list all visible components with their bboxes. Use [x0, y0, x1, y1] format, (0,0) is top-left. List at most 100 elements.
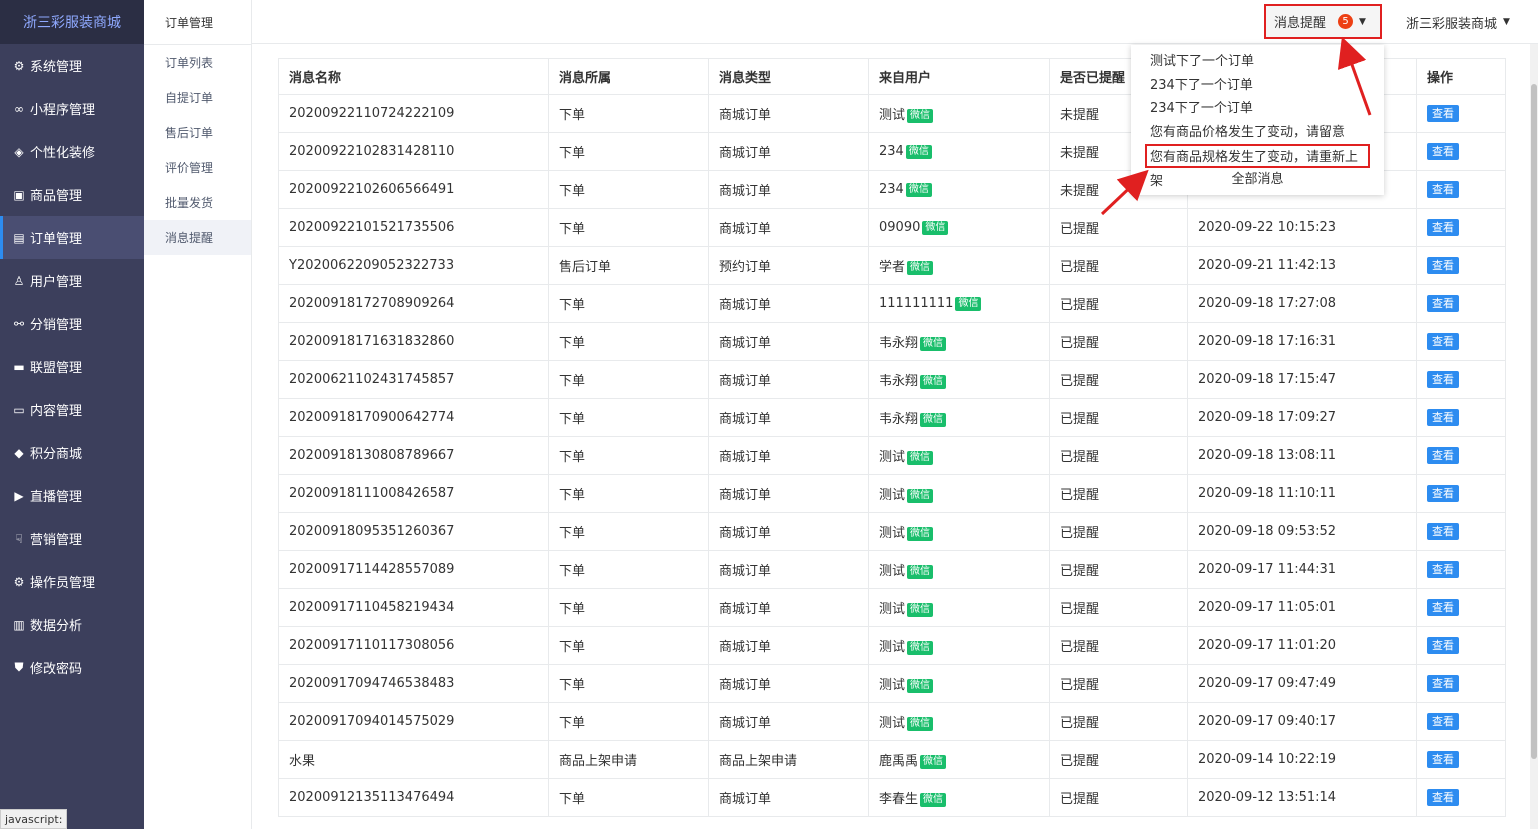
table-cell: 已提醒	[1049, 322, 1188, 361]
view-button[interactable]: 查看	[1427, 181, 1459, 198]
action-cell: 查看	[1416, 246, 1506, 285]
view-button[interactable]: 查看	[1427, 447, 1459, 464]
sidebar-item-10[interactable]: ▶ 直播管理	[0, 474, 144, 517]
table-cell: 下单	[548, 550, 709, 589]
cell-text: 下单	[559, 564, 586, 579]
view-button[interactable]: 查看	[1427, 637, 1459, 654]
view-button[interactable]: 查看	[1427, 751, 1459, 768]
view-button[interactable]: 查看	[1427, 257, 1459, 274]
message-item[interactable]: 测试下了一个订单	[1131, 50, 1384, 74]
wechat-badge: 微信	[920, 374, 947, 389]
table-cell: 下单	[548, 702, 709, 741]
message-item[interactable]: 234下了一个订单	[1131, 74, 1384, 98]
sidebar-item-2[interactable]: ◈ 个性化装修	[0, 130, 144, 173]
cell-text: 售后订单	[559, 260, 612, 275]
gear-icon: ⚙	[13, 58, 25, 73]
view-button[interactable]: 查看	[1427, 675, 1459, 692]
cell-text: 下单	[559, 792, 586, 807]
view-button[interactable]: 查看	[1427, 523, 1459, 540]
scrollbar-thumb[interactable]	[1531, 84, 1537, 759]
table-cell: 商品上架申请	[708, 740, 869, 779]
cell-text: 20200918172708909264	[289, 296, 455, 311]
sidebar-item-14[interactable]: ⛊ 修改密码	[0, 646, 144, 689]
cell-text: 20200917114428557089	[289, 562, 455, 577]
table-row: 20200918170900642774 下单 商城订单 韦永翔 微信 已提醒 2020-0…	[278, 398, 1506, 437]
sidebar-item-label: 数据分析	[30, 619, 83, 634]
sidebar-item-9[interactable]: ◆ 积分商城	[0, 431, 144, 474]
sidebar-item-11[interactable]: ☟ 营销管理	[0, 517, 144, 560]
column-header: 消息名称	[278, 58, 549, 95]
cell-text: 下单	[559, 716, 586, 731]
sidebar-item-label: 订单管理	[30, 232, 83, 247]
sidebar-item-1[interactable]: ∞ 小程序管理	[0, 87, 144, 130]
sidebar-item-13[interactable]: ▥ 数据分析	[0, 603, 144, 646]
cell-text: 2020-09-18 17:27:08	[1198, 296, 1337, 311]
sidebar-item-3[interactable]: ▣ 商品管理	[0, 173, 144, 216]
table-cell: 20200918130808789667	[278, 436, 549, 475]
table-cell: 已提醒	[1049, 740, 1188, 779]
view-button[interactable]: 查看	[1427, 409, 1459, 426]
message-reminder-button[interactable]: 消息提醒 5 ▼	[1264, 4, 1382, 39]
brand-logo[interactable]: 浙三彩服装商城	[0, 0, 144, 44]
view-button[interactable]: 查看	[1427, 143, 1459, 160]
view-button[interactable]: 查看	[1427, 219, 1459, 236]
cog-icon: ⚙	[13, 574, 25, 589]
message-item[interactable]: 234下了一个订单	[1131, 97, 1384, 121]
sidebar-item-4[interactable]: ▤ 订单管理	[0, 216, 144, 259]
view-button[interactable]: 查看	[1427, 333, 1459, 350]
cell-text: 20200918095351260367	[289, 524, 455, 539]
sidebar-item-label: 操作员管理	[30, 576, 96, 591]
view-button[interactable]: 查看	[1427, 485, 1459, 502]
table-cell: 已提醒	[1049, 208, 1188, 247]
sub-menu-item-2[interactable]: 售后订单	[144, 115, 251, 150]
sub-menu-item-0[interactable]: 订单列表	[144, 45, 251, 80]
table-cell: 商城订单	[708, 626, 869, 665]
cell-text: 下单	[559, 488, 586, 503]
table-cell: Y2020062209052322733	[278, 246, 549, 285]
table-cell: 测试 微信	[868, 436, 1050, 475]
table-cell: 20200922101521735506	[278, 208, 549, 247]
cell-text: 商城订单	[719, 678, 772, 693]
table-cell: 20200621102431745857	[278, 360, 549, 399]
sidebar-item-8[interactable]: ▭ 内容管理	[0, 388, 144, 431]
sidebar-item-6[interactable]: ⚯ 分销管理	[0, 302, 144, 345]
wechat-badge: 微信	[920, 754, 947, 769]
sub-menu-item-4[interactable]: 批量发货	[144, 185, 251, 220]
cell-text: 2020-09-17 11:01:20	[1198, 638, 1337, 653]
main-menu: ⚙ 系统管理 ∞ 小程序管理 ◈ 个性化装修 ▣ 商品管理 ▤ 订单管理 ♙ 用户管理 ⚯ 分销管理 ▬ 联盟…	[0, 44, 144, 689]
cell-text: 学者	[879, 260, 906, 275]
message-item[interactable]: 您有商品价格发生了变动，请留意	[1131, 121, 1384, 145]
table-row: 20200621102431745857 下单 商城订单 韦永翔 微信 已提醒 2020-0…	[278, 360, 1506, 399]
cell-text: 111111111	[879, 296, 954, 311]
sidebar-item-12[interactable]: ⚙ 操作员管理	[0, 560, 144, 603]
view-button[interactable]: 查看	[1427, 713, 1459, 730]
user-menu[interactable]: 浙三彩服装商城 ▼	[1406, 0, 1510, 44]
table-cell: 测试 微信	[868, 664, 1050, 703]
shield-icon: ⛊	[14, 660, 24, 674]
table-cell: 20200918170900642774	[278, 398, 549, 437]
sidebar-item-0[interactable]: ⚙ 系统管理	[0, 44, 144, 87]
chevron-down-icon: ▼	[1503, 17, 1510, 27]
sidebar-item-5[interactable]: ♙ 用户管理	[0, 259, 144, 302]
sub-menu-item-1[interactable]: 自提订单	[144, 80, 251, 115]
view-button[interactable]: 查看	[1427, 561, 1459, 578]
view-button[interactable]: 查看	[1427, 295, 1459, 312]
cell-text: 已提醒	[1060, 488, 1100, 503]
view-button[interactable]: 查看	[1427, 789, 1459, 806]
view-button[interactable]: 查看	[1427, 371, 1459, 388]
wechat-badge: 微信	[907, 488, 934, 503]
cell-text: 已提醒	[1060, 222, 1100, 237]
message-item[interactable]: 您有商品规格发生了变动，请重新上架	[1145, 144, 1370, 189]
cube-icon: ◆	[14, 445, 24, 460]
wechat-badge: 微信	[905, 144, 932, 159]
table-cell: 234 微信	[868, 132, 1050, 171]
vertical-scrollbar[interactable]	[1530, 44, 1538, 829]
all-messages-link[interactable]: 全部消息	[1131, 168, 1384, 191]
sub-menu-item-5[interactable]: 消息提醒	[144, 220, 251, 255]
table-cell: 2020-09-18 09:53:52	[1187, 512, 1417, 551]
view-button[interactable]: 查看	[1427, 105, 1459, 122]
table-cell: 已提醒	[1049, 664, 1188, 703]
sub-menu-item-3[interactable]: 评价管理	[144, 150, 251, 185]
view-button[interactable]: 查看	[1427, 599, 1459, 616]
sidebar-item-7[interactable]: ▬ 联盟管理	[0, 345, 144, 388]
